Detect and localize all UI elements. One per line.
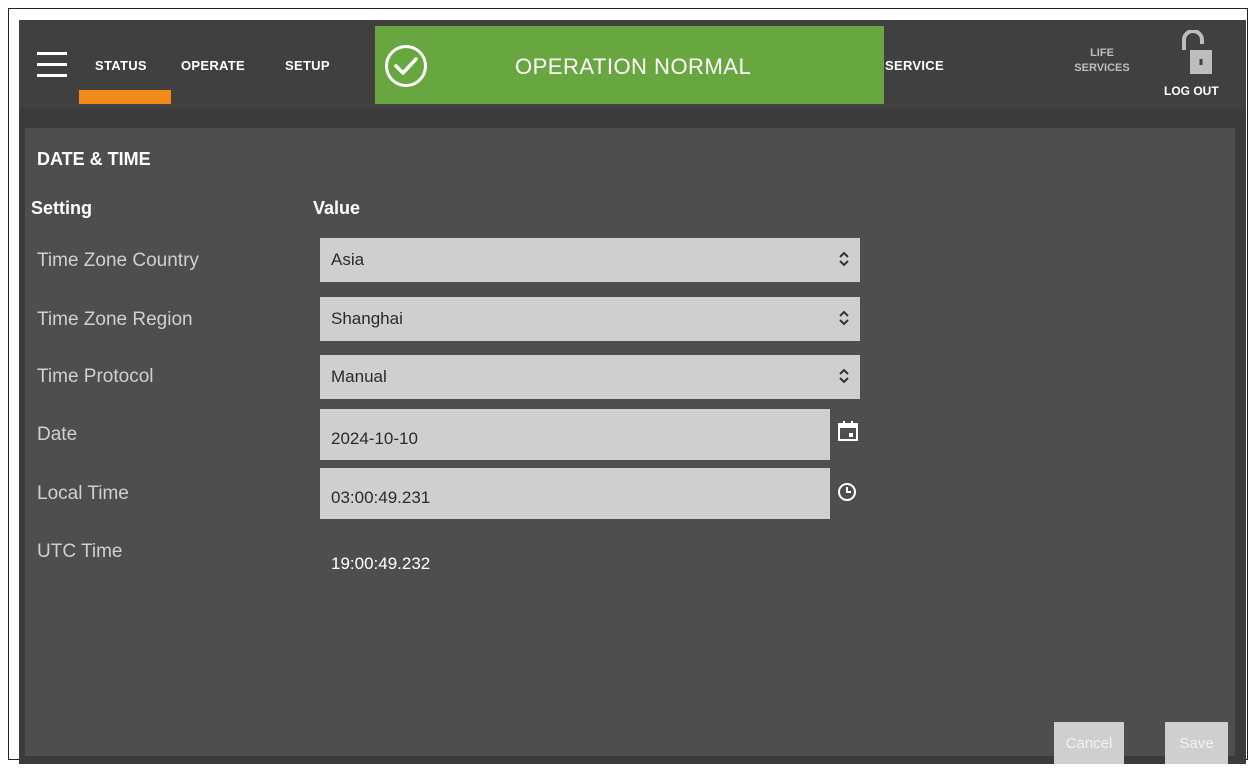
nav-tab-setup[interactable]: SETUP bbox=[285, 58, 330, 73]
device-screen: STATUS OPERATE SETUP OPERATION NORMAL SE… bbox=[19, 20, 1246, 764]
column-header-setting: Setting bbox=[31, 198, 92, 218]
label-time-zone-country: Time Zone Country bbox=[37, 250, 199, 271]
status-banner: OPERATION NORMAL bbox=[375, 26, 884, 104]
label-local-time: Local Time bbox=[37, 483, 129, 504]
check-circle-icon bbox=[385, 45, 427, 87]
time-zone-country-value: Asia bbox=[331, 250, 365, 269]
label-time-zone-region: Time Zone Region bbox=[37, 309, 193, 330]
local-time-input[interactable]: 03:00:49.231 bbox=[320, 468, 830, 519]
unlocked-padlock-icon[interactable] bbox=[1179, 29, 1213, 76]
label-utc-time: UTC Time bbox=[37, 541, 123, 562]
logout-button[interactable]: LOG OUT bbox=[1164, 84, 1219, 98]
life-services-label-line1: LIFE bbox=[1090, 47, 1114, 59]
cancel-button[interactable]: Cancel bbox=[1054, 722, 1124, 764]
menu-icon[interactable] bbox=[37, 52, 67, 78]
calendar-icon[interactable] bbox=[837, 420, 859, 442]
time-protocol-value: Manual bbox=[331, 367, 387, 386]
time-zone-region-select[interactable]: Shanghai bbox=[320, 297, 860, 341]
select-arrows-icon bbox=[839, 368, 849, 384]
status-banner-text: OPERATION NORMAL bbox=[515, 54, 752, 79]
label-time-protocol: Time Protocol bbox=[37, 366, 154, 387]
page-title: DATE & TIME bbox=[37, 149, 151, 169]
life-services-label-line2: SERVICES bbox=[1074, 62, 1130, 74]
select-arrows-icon bbox=[839, 251, 849, 267]
time-zone-region-value: Shanghai bbox=[331, 309, 403, 328]
date-input[interactable]: 2024-10-10 bbox=[320, 409, 830, 460]
save-button[interactable]: Save bbox=[1165, 722, 1228, 764]
active-tab-indicator bbox=[79, 90, 171, 104]
nav-tab-operate[interactable]: OPERATE bbox=[181, 58, 245, 73]
nav-tab-service[interactable]: SERVICE bbox=[885, 58, 944, 73]
utc-time-value: 19:00:49.232 bbox=[331, 554, 431, 573]
column-header-value: Value bbox=[313, 198, 361, 218]
nav-tab-status[interactable]: STATUS bbox=[95, 58, 147, 73]
label-date: Date bbox=[37, 424, 78, 445]
nav-tab-life-services[interactable]: LIFE SERVICES bbox=[1059, 46, 1145, 76]
select-arrows-icon bbox=[839, 310, 849, 326]
top-nav-bar: STATUS OPERATE SETUP OPERATION NORMAL SE… bbox=[19, 20, 1246, 108]
date-time-panel: DATE & TIME Setting Value Time Zone Coun… bbox=[25, 128, 1235, 764]
time-zone-country-select[interactable]: Asia bbox=[320, 238, 860, 282]
clock-icon[interactable] bbox=[837, 482, 857, 502]
time-protocol-select[interactable]: Manual bbox=[320, 355, 860, 399]
